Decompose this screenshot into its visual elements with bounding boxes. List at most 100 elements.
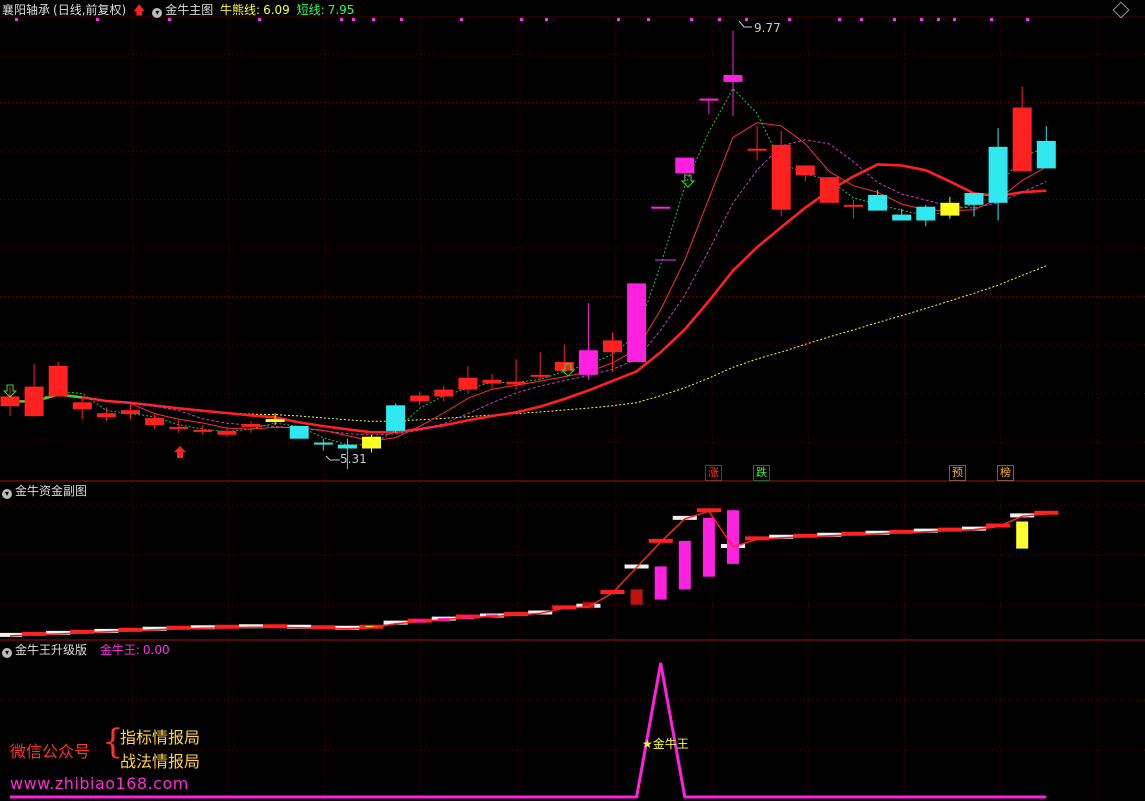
- candle-body: [72, 402, 92, 410]
- candle-body: [410, 395, 430, 402]
- candle-body: [795, 165, 815, 176]
- watermark-line2: 战法情报局: [120, 752, 201, 771]
- top-marker: [372, 18, 375, 21]
- top-marker: [920, 18, 923, 21]
- top-marker: [990, 18, 993, 21]
- top-marker: [788, 18, 791, 21]
- fund-bar: [630, 589, 643, 605]
- sub-panel-1-title[interactable]: 金牛资金副图: [15, 484, 87, 498]
- top-marker: [953, 18, 956, 21]
- low-price-label: 5.31: [340, 452, 367, 466]
- bull-line-label: 牛熊线:: [220, 3, 261, 17]
- candle-body: [289, 425, 309, 439]
- candle-body: [24, 386, 44, 417]
- marker-pre: 预: [949, 465, 966, 481]
- candle-body: [337, 444, 357, 449]
- fund-bar: [727, 510, 739, 564]
- watermark: 微信公众号 { 指标情报局 战法情报局 www.zhibiao168.com: [10, 722, 230, 794]
- stock-name[interactable]: 襄阳轴承: [2, 3, 50, 17]
- sub-panel-2-title[interactable]: 金牛王升级版: [15, 643, 87, 657]
- short-line-label: 短线:: [296, 3, 325, 17]
- top-marker: [617, 18, 620, 21]
- top-marker: [745, 18, 748, 21]
- candle-body: [1012, 107, 1032, 172]
- short-line: [10, 87, 1047, 446]
- marker-rise: 涨: [705, 465, 722, 481]
- top-marker: [718, 18, 721, 21]
- sub-panel-1-header: ▾ 金牛资金副图: [2, 482, 90, 500]
- value-label: 金牛王:: [99, 643, 140, 657]
- ma-thick-green: [10, 393, 83, 403]
- chevron-down-icon[interactable]: ▾: [2, 648, 12, 658]
- candle-body: [386, 405, 406, 431]
- candle-body: [121, 410, 140, 415]
- chart-area: [0, 16, 1145, 799]
- candle-body: [603, 340, 622, 353]
- candle-body: [844, 204, 863, 207]
- candle-body: [48, 366, 68, 397]
- top-marker: [893, 18, 896, 21]
- candle-body: [145, 418, 165, 425]
- top-marker: [690, 18, 693, 21]
- top-marker: [1026, 18, 1029, 21]
- main-panel-header: 襄阳轴承 (日线,前复权) 🡅 ▾ 金牛主图 牛熊线: 6.09 短线: 7.95: [2, 1, 357, 19]
- fund-bar: [678, 540, 691, 590]
- candle-body: [578, 350, 598, 375]
- candle-body: [434, 389, 454, 397]
- bull-bear-line: [10, 265, 1047, 422]
- candle-body: [747, 148, 767, 151]
- candle-body: [217, 430, 237, 435]
- watermark-label: 微信公众号: [10, 742, 91, 761]
- candle-body: [819, 177, 839, 203]
- candle-body: [193, 429, 213, 432]
- chevron-down-icon[interactable]: ▾: [2, 489, 12, 499]
- sell-arrow-icon: [174, 446, 186, 458]
- candle-body: [699, 98, 719, 101]
- bull-line-value: 6.09: [263, 3, 290, 17]
- fund-bar: [702, 517, 715, 577]
- candle-body: [940, 202, 960, 216]
- candle-body: [265, 419, 285, 422]
- watermark-url[interactable]: www.zhibiao168.com: [10, 774, 189, 793]
- candle-body: [771, 144, 791, 210]
- candle-body: [482, 379, 502, 384]
- candle-body: [169, 426, 189, 429]
- fund-bar: [1016, 521, 1029, 549]
- candle-body: [675, 157, 695, 174]
- marker-list: 榜: [997, 465, 1014, 481]
- candle-body: [1036, 140, 1056, 169]
- top-marker: [520, 18, 523, 21]
- high-price-label: 9.77: [754, 21, 781, 35]
- candle-body: [964, 193, 984, 205]
- watermark-line1: 指标情报局: [120, 728, 201, 747]
- value: 0.00: [142, 643, 170, 657]
- candle-body: [96, 413, 116, 418]
- candle-body: [892, 214, 912, 221]
- up-arrow-icon: 🡅: [133, 3, 146, 17]
- top-marker: [838, 18, 841, 21]
- candle-body: [241, 424, 261, 427]
- short-line-value: 7.95: [327, 3, 355, 17]
- candle-body: [313, 442, 333, 445]
- candle-body: [627, 283, 647, 362]
- top-marker: [860, 18, 863, 21]
- ma-thick-line: [10, 163, 1047, 434]
- high-callout-line: [738, 20, 752, 28]
- indicator-name[interactable]: 金牛主图: [165, 3, 213, 17]
- candle-body: [506, 381, 526, 385]
- candle-body: [916, 206, 936, 221]
- fund-bar: [654, 566, 667, 600]
- ma-mid-dashed: [10, 139, 1047, 436]
- candle-body: [0, 396, 20, 407]
- candle-body: [362, 436, 381, 449]
- marker-fall: 跌: [753, 465, 770, 481]
- candle-body: [530, 374, 550, 377]
- period-label[interactable]: (日线,前复权): [53, 3, 126, 17]
- top-marker: [937, 18, 940, 21]
- candle-body: [868, 194, 888, 211]
- buy-arrow-icon: [680, 174, 696, 188]
- peak-label: ★金牛王: [642, 737, 689, 751]
- top-marker: [545, 18, 548, 21]
- candle-body: [988, 146, 1008, 203]
- chevron-down-icon[interactable]: ▾: [152, 8, 163, 18]
